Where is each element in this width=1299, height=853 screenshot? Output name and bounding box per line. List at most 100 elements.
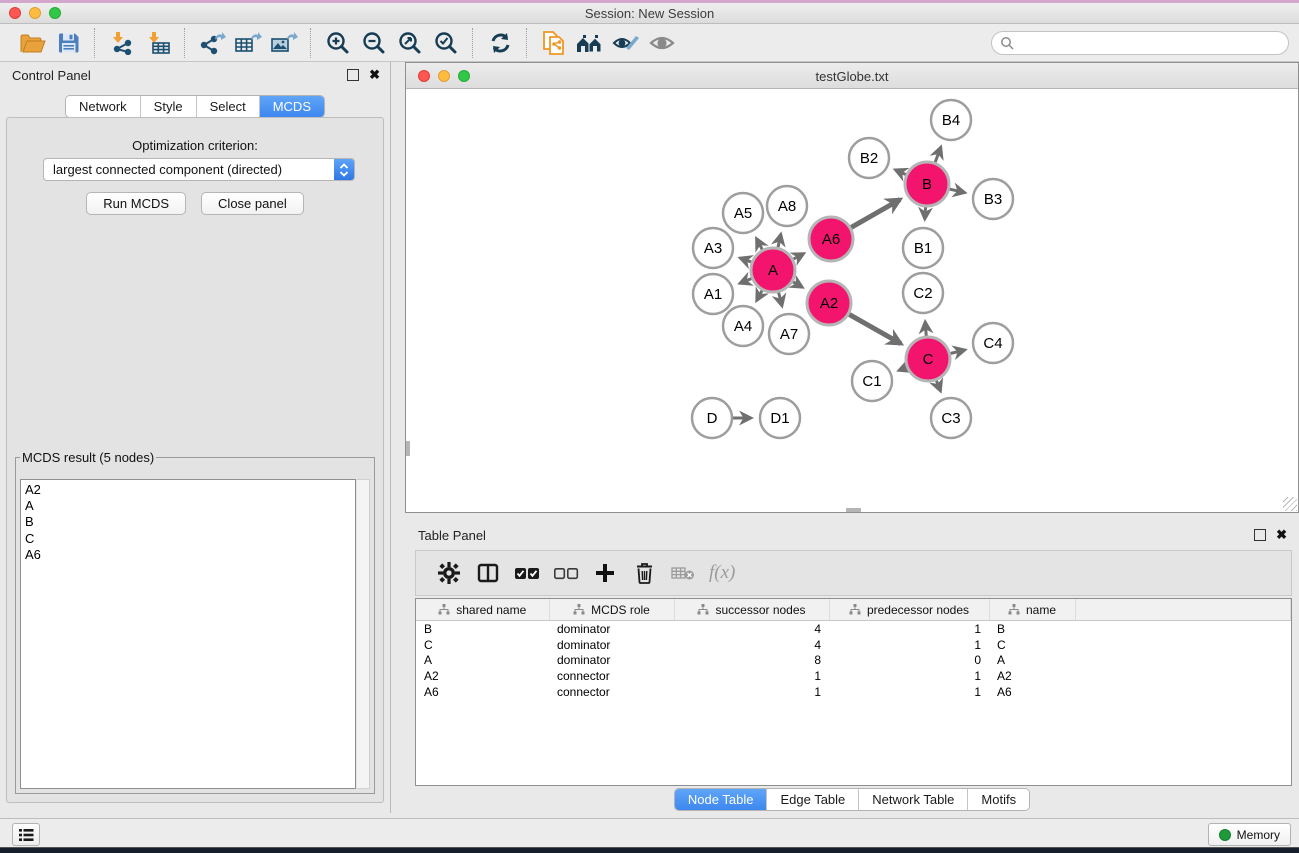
- graph-edge-C-C4[interactable]: [950, 350, 965, 354]
- table-cell[interactable]: 0: [829, 653, 989, 669]
- float-table-panel-icon[interactable]: [1254, 529, 1266, 541]
- table-cell[interactable]: B: [989, 621, 1075, 637]
- graph-edge-C-C1[interactable]: [899, 367, 907, 370]
- export-image-icon[interactable]: [266, 28, 302, 58]
- graph-node-A[interactable]: A: [751, 248, 795, 292]
- mcds-result-list[interactable]: A2ABCA6: [20, 479, 356, 789]
- table-settings-gear-icon[interactable]: [434, 558, 464, 588]
- graph-edge-A-A2[interactable]: [793, 282, 802, 288]
- window-edge-handle[interactable]: [406, 441, 410, 456]
- graph-edge-B-B4[interactable]: [935, 147, 941, 162]
- table-cell[interactable]: A6: [416, 684, 549, 700]
- graph-edge-A-A3[interactable]: [740, 258, 751, 262]
- graph-edge-A-A4[interactable]: [757, 290, 762, 300]
- result-item[interactable]: A2: [25, 482, 351, 498]
- graph-node-A1[interactable]: A1: [693, 274, 733, 314]
- graph-node-C2[interactable]: C2: [903, 273, 943, 313]
- open-file-icon[interactable]: [14, 28, 50, 58]
- graph-edge-B-B2[interactable]: [895, 170, 906, 175]
- zoom-in-icon[interactable]: [320, 28, 356, 58]
- graph-node-A3[interactable]: A3: [693, 228, 733, 268]
- window-edge-handle[interactable]: [846, 508, 861, 512]
- table-cell[interactable]: 1: [829, 684, 989, 700]
- graph-edge-B-B1[interactable]: [925, 207, 926, 219]
- table-cell[interactable]: connector: [549, 668, 674, 684]
- refresh-icon[interactable]: [482, 28, 518, 58]
- graph-edge-C-C3[interactable]: [936, 380, 940, 391]
- result-item[interactable]: C: [25, 531, 351, 547]
- table-cell[interactable]: A2: [989, 668, 1075, 684]
- column-header[interactable]: name: [989, 599, 1075, 621]
- graph-node-C1[interactable]: C1: [852, 361, 892, 401]
- table-cell[interactable]: A: [416, 653, 549, 669]
- tab-edge-table[interactable]: Edge Table: [767, 789, 859, 810]
- memory-button[interactable]: Memory: [1208, 823, 1291, 846]
- table-cell[interactable]: dominator: [549, 637, 674, 653]
- graph-node-A7[interactable]: A7: [769, 314, 809, 354]
- result-item[interactable]: B: [25, 514, 351, 530]
- delete-table-icon[interactable]: [668, 558, 698, 588]
- graph-node-C3[interactable]: C3: [931, 398, 971, 438]
- graph-edge-A-A1[interactable]: [740, 279, 752, 284]
- tab-style[interactable]: Style: [141, 96, 197, 117]
- graph-edge-A-A8[interactable]: [778, 234, 781, 247]
- table-cell[interactable]: 1: [829, 668, 989, 684]
- result-item[interactable]: A: [25, 498, 351, 514]
- deselect-all-icon[interactable]: [551, 558, 581, 588]
- graph-node-A4[interactable]: A4: [723, 306, 763, 346]
- select-all-icon[interactable]: [512, 558, 542, 588]
- table-cell[interactable]: A6: [989, 684, 1075, 700]
- graph-edge-B-B3[interactable]: [949, 189, 964, 192]
- graph-edge-A-A7[interactable]: [779, 292, 782, 306]
- hide-selected-icon[interactable]: [608, 28, 644, 58]
- graph-node-B[interactable]: B: [905, 162, 949, 206]
- graph-edge-A-A5[interactable]: [757, 239, 763, 250]
- graph-node-D[interactable]: D: [692, 398, 732, 438]
- column-header[interactable]: shared name: [416, 599, 549, 621]
- float-panel-icon[interactable]: [347, 69, 359, 81]
- table-cell[interactable]: connector: [549, 684, 674, 700]
- column-header[interactable]: MCDS role: [549, 599, 674, 621]
- column-view-icon[interactable]: [473, 558, 503, 588]
- result-list-scrollbar[interactable]: [357, 479, 370, 789]
- zoom-selected-icon[interactable]: [428, 28, 464, 58]
- graph-node-D1[interactable]: D1: [760, 398, 800, 438]
- table-cell[interactable]: 1: [829, 621, 989, 637]
- import-table-icon[interactable]: [140, 28, 176, 58]
- clone-network-icon[interactable]: [536, 28, 572, 58]
- graph-node-B2[interactable]: B2: [849, 138, 889, 178]
- tab-motifs[interactable]: Motifs: [968, 789, 1029, 810]
- delete-column-icon[interactable]: [629, 558, 659, 588]
- export-table-icon[interactable]: [230, 28, 266, 58]
- network-graph-canvas[interactable]: B4B2BB3A5A8A6B1A3AC2A1A2A4A7C4CC1C3DD1: [406, 89, 1298, 512]
- close-table-panel-icon[interactable]: ✖: [1276, 530, 1287, 540]
- tab-network[interactable]: Network: [66, 96, 141, 117]
- table-cell[interactable]: dominator: [549, 653, 674, 669]
- network-graph[interactable]: B4B2BB3A5A8A6B1A3AC2A1A2A4A7C4CC1C3DD1: [406, 89, 1298, 512]
- column-header[interactable]: successor nodes: [674, 599, 829, 621]
- table-cell[interactable]: 4: [674, 621, 829, 637]
- show-all-icon[interactable]: [644, 28, 680, 58]
- result-item[interactable]: A6: [25, 547, 351, 563]
- table-cell[interactable]: B: [416, 621, 549, 637]
- graph-node-B4[interactable]: B4: [931, 100, 971, 140]
- graph-edge-C-C2[interactable]: [925, 322, 926, 336]
- table-row[interactable]: A2connector11A2: [416, 668, 1291, 684]
- tab-mcds[interactable]: MCDS: [260, 96, 324, 117]
- table-row[interactable]: Cdominator41C: [416, 637, 1291, 653]
- table-cell[interactable]: 1: [674, 684, 829, 700]
- graph-node-A6[interactable]: A6: [809, 217, 853, 261]
- table-cell[interactable]: 1: [829, 637, 989, 653]
- graph-node-B1[interactable]: B1: [903, 228, 943, 268]
- table-cell[interactable]: 8: [674, 653, 829, 669]
- graph-node-C4[interactable]: C4: [973, 323, 1013, 363]
- node-table[interactable]: shared nameMCDS rolesuccessor nodesprede…: [415, 598, 1292, 786]
- tab-node-table[interactable]: Node Table: [675, 789, 768, 810]
- table-cell[interactable]: A: [989, 653, 1075, 669]
- export-network-icon[interactable]: [194, 28, 230, 58]
- table-cell[interactable]: C: [416, 637, 549, 653]
- graph-node-A8[interactable]: A8: [767, 186, 807, 226]
- table-row[interactable]: Bdominator41B: [416, 621, 1291, 637]
- table-cell[interactable]: 1: [674, 668, 829, 684]
- import-network-icon[interactable]: [104, 28, 140, 58]
